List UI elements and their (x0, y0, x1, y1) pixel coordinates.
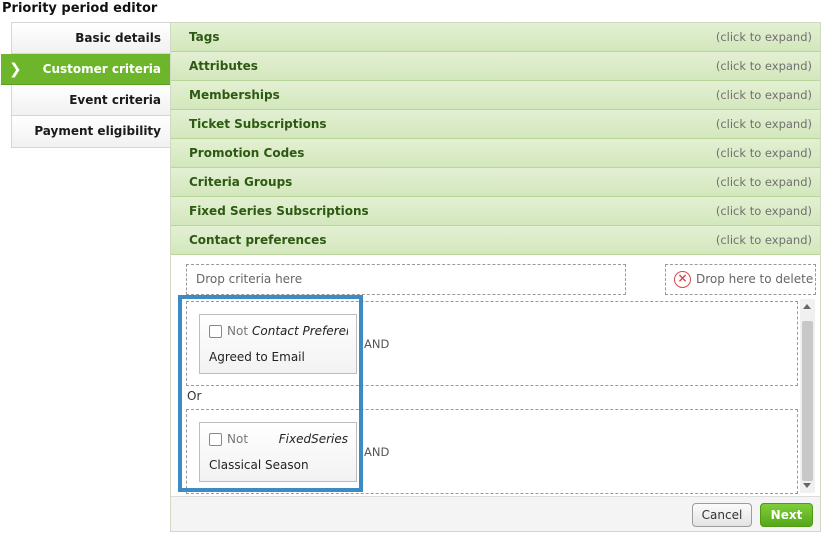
accordion-label: Fixed Series Subscriptions (189, 204, 369, 218)
expand-hint: (click to expand) (715, 175, 812, 189)
criteria-groups-area: Not Contact Preferences Agreed to Email … (171, 299, 820, 494)
nav-item-basic-details[interactable]: Basic details (12, 23, 170, 54)
scroll-down-icon[interactable] (803, 483, 811, 488)
accordion-promotion-codes[interactable]: Promotion Codes (click to expand) (171, 139, 820, 168)
criteria-group[interactable]: Not FixedSeries Classical Season AND (186, 409, 798, 494)
drop-criteria-zone[interactable]: Drop criteria here (186, 264, 626, 295)
nav-item-label: Event criteria (69, 93, 161, 107)
not-label: Not (227, 324, 249, 338)
expand-hint: (click to expand) (715, 88, 812, 102)
criterion-value: Classical Season (209, 458, 309, 472)
drop-delete-zone[interactable]: × Drop here to delete (665, 264, 816, 295)
nav-item-label: Customer criteria (42, 62, 161, 76)
accordion-tags[interactable]: Tags (click to expand) (171, 23, 820, 52)
nav-item-customer-criteria[interactable]: ❯ Customer criteria (1, 54, 181, 85)
accordion-criteria-groups[interactable]: Criteria Groups (click to expand) (171, 168, 820, 197)
accordion-label: Tags (189, 30, 220, 44)
drop-criteria-label: Drop criteria here (196, 272, 303, 286)
scrollbar-thumb[interactable] (802, 321, 813, 481)
not-checkbox[interactable] (209, 433, 222, 446)
vertical-scrollbar[interactable] (800, 299, 815, 493)
nav-item-payment-eligibility[interactable]: Payment eligibility (12, 116, 170, 147)
expand-hint: (click to expand) (715, 117, 812, 131)
page-title: Priority period editor (2, 1, 158, 16)
accordion-label: Attributes (189, 59, 258, 73)
expand-hint: (click to expand) (715, 204, 812, 218)
or-label: Or (187, 389, 202, 403)
accordion-label: Promotion Codes (189, 146, 305, 160)
expand-hint: (click to expand) (715, 233, 812, 247)
and-joiner: AND (364, 337, 390, 351)
scroll-up-icon[interactable] (803, 304, 811, 309)
delete-icon: × (674, 271, 691, 288)
and-joiner: AND (364, 445, 390, 459)
nav-item-label: Basic details (75, 31, 161, 45)
criterion-type: FixedSeries (278, 432, 348, 446)
left-nav: Basic details ❯ Customer criteria Event … (1, 22, 181, 148)
accordion-label: Criteria Groups (189, 175, 293, 189)
accordion-label: Ticket Subscriptions (189, 117, 327, 131)
not-label: Not (227, 432, 249, 446)
criterion-type: Contact Preferences (252, 324, 348, 338)
cancel-button[interactable]: Cancel (692, 503, 752, 527)
nav-item-event-criteria[interactable]: Event criteria (12, 85, 170, 116)
accordion-label: Contact preferences (189, 233, 327, 247)
criteria-group[interactable]: Not Contact Preferences Agreed to Email … (186, 301, 798, 386)
not-checkbox[interactable] (209, 325, 222, 338)
accordion-contact-preferences[interactable]: Contact preferences (click to expand) (171, 226, 820, 255)
chevron-right-icon: ❯ (9, 60, 22, 78)
expand-hint: (click to expand) (715, 30, 812, 44)
expand-hint: (click to expand) (715, 59, 812, 73)
criterion-value: Agreed to Email (209, 350, 305, 364)
accordion-ticket-subscriptions[interactable]: Ticket Subscriptions (click to expand) (171, 110, 820, 139)
footer-bar: Cancel Next (171, 496, 820, 531)
nav-item-label: Payment eligibility (34, 124, 161, 138)
main-panel: Tags (click to expand) Attributes (click… (170, 22, 821, 532)
accordion-label: Memberships (189, 88, 280, 102)
expand-hint: (click to expand) (715, 146, 812, 160)
drop-delete-label: Drop here to delete (696, 272, 814, 286)
accordion-attributes[interactable]: Attributes (click to expand) (171, 52, 820, 81)
next-button[interactable]: Next (760, 503, 813, 527)
criterion-card[interactable]: Not Contact Preferences Agreed to Email (199, 314, 357, 374)
accordion-memberships[interactable]: Memberships (click to expand) (171, 81, 820, 110)
criterion-card[interactable]: Not FixedSeries Classical Season (199, 422, 357, 482)
accordion-fixed-series-subscriptions[interactable]: Fixed Series Subscriptions (click to exp… (171, 197, 820, 226)
